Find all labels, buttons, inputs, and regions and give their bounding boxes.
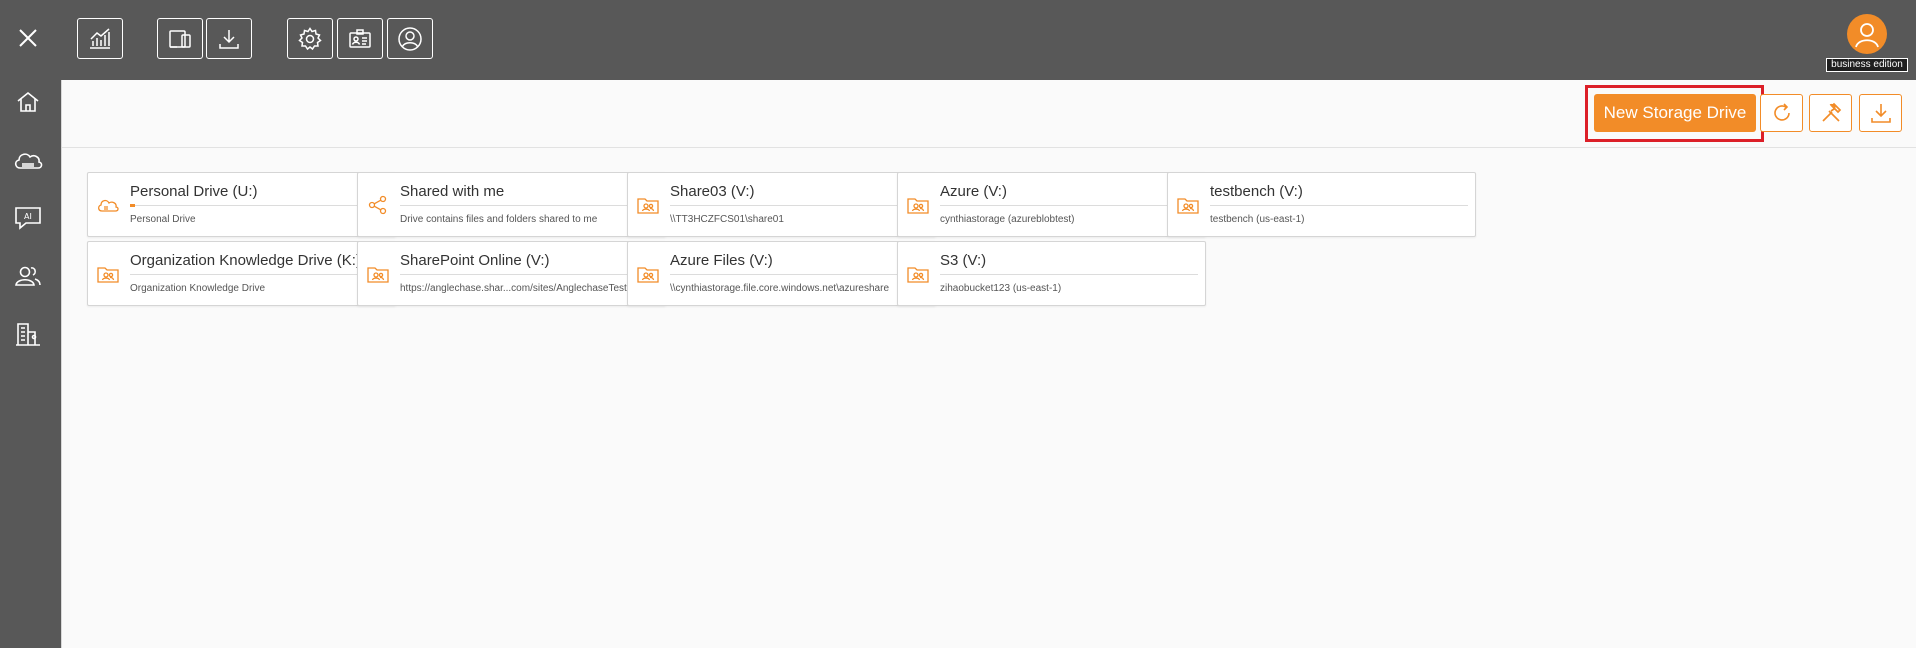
sidebar-item-ai[interactable]: AI [0,196,56,240]
drive-card[interactable]: Organization Knowledge Drive (K:) Organiz… [87,241,396,306]
drive-name: Organization Knowledge Drive (K:) [130,252,361,269]
ai-chat-icon: AI [15,207,41,230]
drive-card[interactable]: Shared with me Drive contains files and f… [357,172,666,237]
drive-divider [940,205,1198,206]
drive-description: cynthiastorage (azureblobtest) [940,214,1075,225]
drive-card[interactable]: Share03 (V:) \\TT3HCZFCS01\share01 [627,172,936,237]
drive-divider [670,274,928,275]
shared-folder-icon [904,260,932,288]
settings-button[interactable] [287,18,333,59]
edition-label: business edition [1826,58,1908,72]
drive-divider [940,274,1198,275]
close-button[interactable] [12,22,44,54]
avatar[interactable] [1847,14,1887,54]
drive-card[interactable]: Personal Drive (U:) Personal Drive [87,172,396,237]
shared-folder-icon [634,260,662,288]
drive-description: zihaobucket123 (us-east-1) [940,283,1062,294]
cloud-drive-icon [14,153,43,169]
tools-icon [1821,102,1841,122]
drive-description: testbench (us-east-1) [1210,214,1305,225]
shared-folder-icon [634,191,662,219]
sidebar-item-users[interactable] [0,254,56,298]
drive-description: Drive contains files and folders shared … [400,214,598,225]
home-icon [17,91,39,112]
devices-button[interactable] [157,18,203,59]
share-icon [364,191,392,219]
drive-name: Azure (V:) [940,183,1007,200]
shared-folder-icon [904,191,932,219]
close-icon [19,29,37,47]
drive-description: Organization Knowledge Drive [130,283,266,294]
user-menu[interactable]: business edition [1826,12,1908,74]
drive-description: \\TT3HCZFCS01\share01 [670,214,784,225]
drive-description: \\cynthiastorage.file.core.windows.net\a… [670,283,890,294]
new-storage-drive-button[interactable]: New Storage Drive [1594,94,1756,132]
main-content: New Storage Drive Personal Drive (U:) Per… [61,80,1916,648]
dashboard-button[interactable] [77,18,123,59]
drive-divider [400,274,658,275]
drive-card[interactable]: Azure Files (V:) \\cynthiastorage.file.co… [627,241,936,306]
drive-name: testbench (V:) [1210,183,1303,200]
user-icon [1855,23,1879,48]
download-clients-button[interactable] [206,18,252,59]
drive-name: Shared with me [400,183,505,200]
shared-folder-icon [94,260,122,288]
account-button[interactable] [387,18,433,59]
download-button[interactable] [1859,94,1902,132]
drive-divider [1210,205,1468,206]
refresh-button[interactable] [1760,94,1803,132]
tools-button[interactable] [1809,94,1852,132]
sidebar-item-home[interactable] [0,80,56,124]
drive-divider [670,205,928,206]
download-icon [219,29,239,49]
chart-icon [90,27,110,49]
sidebar-item-organization[interactable] [0,312,56,356]
cloud-drive-icon [94,191,122,219]
drive-divider [400,205,658,206]
drive-card[interactable]: testbench (V:) testbench (us-east-1) [1167,172,1476,237]
id-card-icon [349,28,371,48]
shared-folder-icon [364,260,392,288]
sidebar: AI [0,80,61,648]
toolbar: New Storage Drive [62,80,1916,148]
shared-folder-icon [1174,191,1202,219]
building-icon [16,323,40,346]
drive-name: S3 (V:) [940,252,987,269]
drive-divider [130,274,388,275]
drive-description: https://anglechase.shar...com/sites/Angl… [400,283,627,294]
id-card-button[interactable] [337,18,383,59]
refresh-icon [1773,103,1790,121]
drive-card[interactable]: SharePoint Online (V:) https://anglechase… [357,241,666,306]
drive-card[interactable]: S3 (V:) zihaobucket123 (us-east-1) [897,241,1206,306]
top-bar: business edition [0,0,1916,80]
drive-card[interactable]: Azure (V:) cynthiastorage (azureblobtest) [897,172,1206,237]
users-icon [15,266,41,286]
drive-name: Azure Files (V:) [670,252,773,269]
drive-name: Personal Drive (U:) [130,183,258,200]
sidebar-item-cloud-drives[interactable] [0,138,56,182]
svg-text:AI: AI [24,212,32,221]
drive-name: Share03 (V:) [670,183,755,200]
drive-divider [130,205,388,206]
drive-name: SharePoint Online (V:) [400,252,550,269]
devices-icon [169,29,191,48]
user-circle-icon [398,26,422,51]
drive-description: Personal Drive [130,214,196,225]
drive-usage-bar [130,204,136,207]
download-icon [1870,104,1891,123]
gear-icon [298,26,322,50]
